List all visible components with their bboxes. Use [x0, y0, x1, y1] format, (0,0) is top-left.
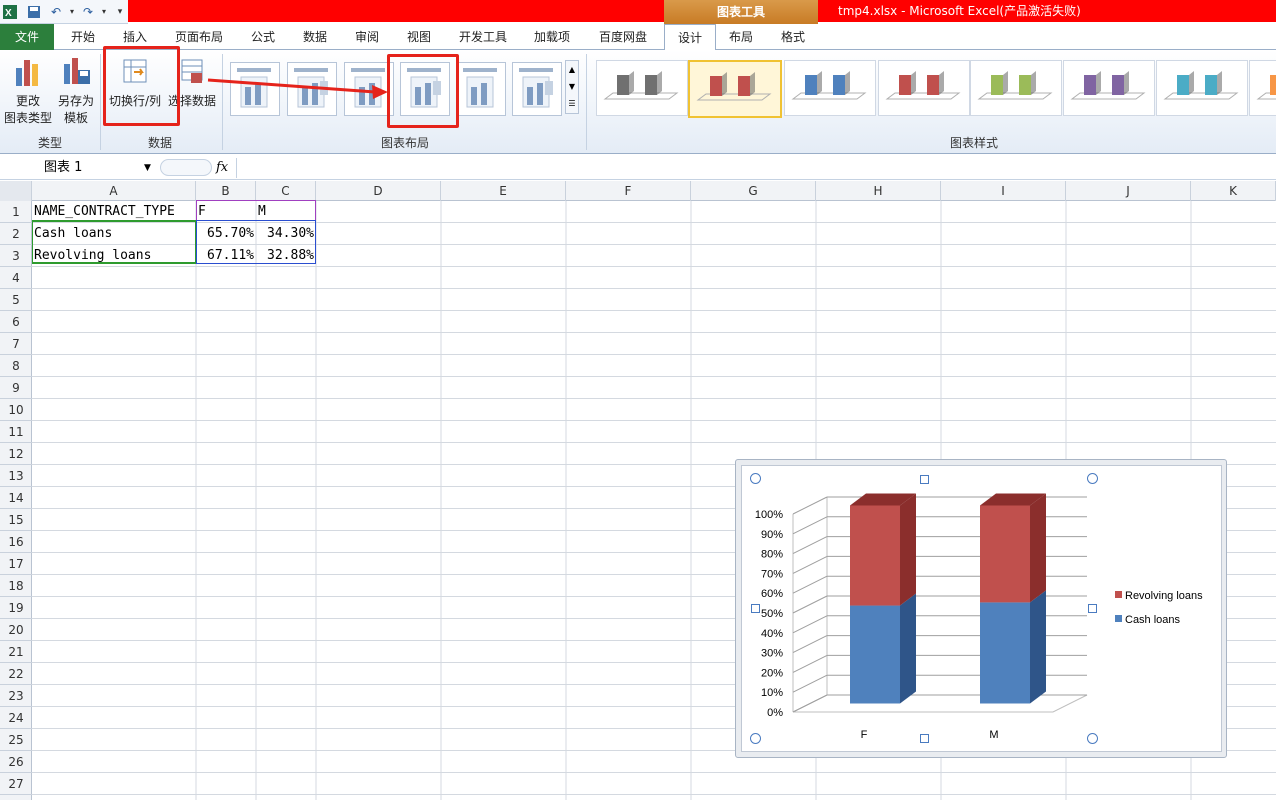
annotation-arrow: [207, 78, 388, 99]
gridline-diagonal: [792, 595, 828, 614]
row-header[interactable]: 20: [0, 619, 32, 641]
y-tick-label: 100%: [755, 509, 783, 521]
column-header[interactable]: K: [1191, 181, 1276, 201]
chart-floor: [792, 694, 1088, 713]
column-header-bar: A B C D E F G H I J K: [0, 181, 1276, 201]
row-header[interactable]: 11: [0, 421, 32, 443]
gridline-diagonal: [792, 555, 828, 574]
select-all-corner[interactable]: [0, 181, 32, 201]
y-tick-label: 70%: [761, 568, 783, 580]
column-header[interactable]: B: [196, 181, 256, 201]
chart-area[interactable]: 0% 10% 20% 30% 40% 50% 60% 70% 80% 90% 100% F M Revol…: [741, 465, 1222, 752]
row-header[interactable]: 8: [0, 355, 32, 377]
y-tick-label: 10%: [761, 687, 783, 699]
column-header[interactable]: F: [566, 181, 691, 201]
y-tick-label: 30%: [761, 648, 783, 660]
row-header[interactable]: 15: [0, 509, 32, 531]
column-header[interactable]: I: [941, 181, 1066, 201]
row-header[interactable]: 4: [0, 267, 32, 289]
resize-handle[interactable]: [750, 473, 761, 484]
column-header[interactable]: D: [316, 181, 441, 201]
row-header[interactable]: 5: [0, 289, 32, 311]
row-header[interactable]: 7: [0, 333, 32, 355]
gridline-diagonal: [792, 654, 828, 673]
y-tick-label: 80%: [761, 549, 783, 561]
y-tick-label: 0%: [767, 707, 783, 719]
series-name-range-highlight: [32, 220, 196, 264]
row-header[interactable]: 12: [0, 443, 32, 465]
legend-label[interactable]: Revolving loans: [1125, 590, 1203, 602]
column-header[interactable]: A: [32, 181, 196, 201]
bar-segment-revolving-loans[interactable]: [980, 505, 1030, 603]
legend-swatch: [1115, 615, 1122, 622]
row-header[interactable]: 22: [0, 663, 32, 685]
resize-handle[interactable]: [920, 475, 929, 484]
formula-bar: 图表 1 ▼ fx: [0, 156, 1276, 180]
gridline-diagonal: [792, 575, 828, 594]
resize-handle[interactable]: [1088, 604, 1097, 613]
row-header[interactable]: 13: [0, 465, 32, 487]
bar-segment-side: [900, 493, 916, 606]
row-header[interactable]: 2: [0, 223, 32, 245]
row-header[interactable]: 9: [0, 377, 32, 399]
row-header[interactable]: 25: [0, 729, 32, 751]
column-header[interactable]: G: [691, 181, 816, 201]
resize-handle[interactable]: [750, 733, 761, 744]
gridline-diagonal: [792, 694, 828, 713]
name-box-dropdown-icon[interactable]: ▼: [144, 158, 156, 178]
row-header[interactable]: 16: [0, 531, 32, 553]
y-tick-label: 40%: [761, 628, 783, 640]
column-header[interactable]: H: [816, 181, 941, 201]
gridline-diagonal: [792, 496, 828, 515]
resize-handle[interactable]: [1087, 733, 1098, 744]
bar-segment-side: [1030, 493, 1046, 603]
row-header[interactable]: 21: [0, 641, 32, 663]
y-tick-label: 90%: [761, 529, 783, 541]
row-header[interactable]: 19: [0, 597, 32, 619]
column-header[interactable]: C: [256, 181, 316, 201]
x-tick-label: M: [989, 729, 998, 741]
row-header[interactable]: 3: [0, 245, 32, 267]
row-header[interactable]: 18: [0, 575, 32, 597]
y-tick-label: 20%: [761, 667, 783, 679]
column-header[interactable]: J: [1066, 181, 1191, 201]
row-header[interactable]: 6: [0, 311, 32, 333]
bar-segment-cash-loans[interactable]: [980, 602, 1030, 704]
bar-segment-side: [1030, 590, 1046, 704]
row-header[interactable]: 17: [0, 553, 32, 575]
row-header[interactable]: 14: [0, 487, 32, 509]
row-header[interactable]: 24: [0, 707, 32, 729]
formula-input[interactable]: [236, 158, 1272, 178]
x-tick-label: F: [861, 729, 868, 741]
bar-segment-revolving-loans[interactable]: [850, 505, 900, 606]
resize-handle[interactable]: [920, 734, 929, 743]
gridline-diagonal: [792, 674, 828, 693]
column-header[interactable]: E: [441, 181, 566, 201]
category-range-highlight: [196, 200, 316, 221]
values-range-highlight: [196, 220, 316, 264]
row-header-bar: 1 2 3 4 5 6 7 8 9 10 11 12 13 14 15 16 17 18 19 20 21 22 23 24 2…: [0, 201, 32, 800]
bar-segment-cash-loans[interactable]: [850, 605, 900, 704]
gridline-diagonal: [792, 536, 828, 555]
row-header[interactable]: 27: [0, 773, 32, 795]
stacked-bar-chart: 0% 10% 20% 30% 40% 50% 60% 70% 80% 90% 100% F M Revol…: [755, 493, 1203, 741]
bar-segment-side: [900, 593, 916, 704]
gridline-diagonal: [792, 615, 828, 634]
legend-swatch: [1115, 591, 1122, 598]
resize-handle[interactable]: [751, 604, 760, 613]
gridline-diagonal: [792, 635, 828, 654]
name-box[interactable]: 图表 1: [44, 158, 156, 178]
y-tick-label: 50%: [761, 608, 783, 620]
formula-expand-control[interactable]: [160, 159, 212, 176]
row-header[interactable]: 1: [0, 201, 32, 223]
y-tick-label: 60%: [761, 588, 783, 600]
gridline-diagonal: [792, 516, 828, 535]
resize-handle[interactable]: [1087, 473, 1098, 484]
row-header[interactable]: 26: [0, 751, 32, 773]
row-header[interactable]: 10: [0, 399, 32, 421]
insert-function-icon[interactable]: fx: [216, 158, 234, 178]
row-header[interactable]: 23: [0, 685, 32, 707]
legend-label[interactable]: Cash loans: [1125, 614, 1181, 626]
